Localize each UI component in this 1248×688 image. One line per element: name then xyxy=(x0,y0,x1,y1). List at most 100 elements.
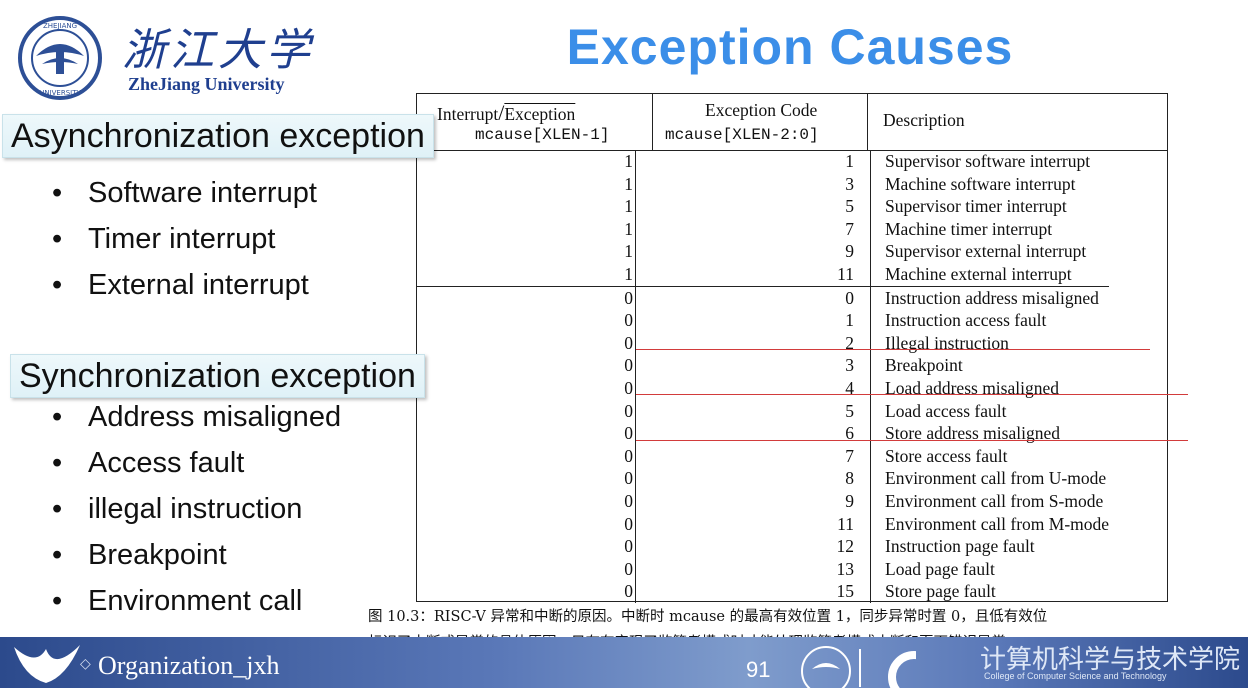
table-row: 0 8 Environment call from U-mode xyxy=(417,467,1110,490)
cell-code: 15 xyxy=(635,580,871,603)
cell-code: 11 xyxy=(635,262,871,287)
header-mcause-msb: mcause[XLEN-1] xyxy=(475,126,610,144)
sync-item: • Address misaligned xyxy=(52,401,342,433)
async-item: • Timer interrupt xyxy=(52,223,276,255)
cell-code: 9 xyxy=(635,489,871,513)
logo-english: ZheJiang University xyxy=(128,74,285,94)
cell-interrupt: 0 xyxy=(624,423,633,444)
table-row: 0 0 Instruction address misaligned xyxy=(417,285,1110,310)
cell-description: Illegal instruction xyxy=(870,331,1110,355)
cell-interrupt: 0 xyxy=(624,332,633,353)
cell-code: 11 xyxy=(635,512,871,536)
cell-code: 0 xyxy=(635,285,871,310)
cell-description: Machine software interrupt xyxy=(870,172,1110,196)
cell-code: 1 xyxy=(635,309,871,332)
sync-item: • Access fault xyxy=(52,447,245,479)
annotation-underline xyxy=(636,349,1150,350)
cell-code: 8 xyxy=(635,467,871,490)
table-row: 0 3 Breakpoint xyxy=(417,354,1110,377)
cell-description: Supervisor external interrupt xyxy=(870,240,1110,263)
cell-interrupt: 0 xyxy=(624,558,633,579)
cell-interrupt: 1 xyxy=(624,241,633,262)
cell-description: Environment call from S-mode xyxy=(870,489,1110,513)
cell-interrupt: 1 xyxy=(624,151,633,171)
annotation-underline xyxy=(636,394,1188,395)
cell-description: Environment call from U-mode xyxy=(870,467,1110,490)
table-row: 1 7 Machine timer interrupt xyxy=(417,217,1110,241)
table-row: 0 15 Store page fault xyxy=(417,580,1110,603)
cell-code: 12 xyxy=(635,535,871,558)
table-row: 0 9 Environment call from S-mode xyxy=(417,489,1110,513)
cell-code: 4 xyxy=(635,376,871,400)
cell-interrupt: 0 xyxy=(624,377,633,398)
table-row: 1 5 Supervisor timer interrupt xyxy=(417,195,1110,218)
sync-item: • Breakpoint xyxy=(52,539,227,571)
cell-interrupt: 0 xyxy=(417,285,636,310)
cell-interrupt: 0 xyxy=(624,513,633,534)
zju-logo: ZHEJIANG UNIVERSITY 浙江大学 ZheJiang Univer… xyxy=(4,12,354,100)
table-row: 1 1 Supervisor software interrupt xyxy=(417,150,1110,173)
table-row: 1 9 Supervisor external interrupt xyxy=(417,240,1110,263)
page-number: 91 xyxy=(746,657,771,682)
cell-code: 6 xyxy=(635,422,871,445)
bird-logo-icon xyxy=(14,645,80,683)
async-heading: Asynchronization exception xyxy=(2,114,434,158)
cell-code: 7 xyxy=(635,217,871,241)
cell-code: 2 xyxy=(635,331,871,355)
cell-description: Instruction page fault xyxy=(870,535,1110,558)
svg-text:UNIVERSITY: UNIVERSITY xyxy=(39,89,81,97)
table-row: 0 7 Store access fault xyxy=(417,444,1110,468)
sync-item: • illegal instruction xyxy=(52,493,303,525)
table-row: 0 12 Instruction page fault xyxy=(417,535,1110,558)
cell-description: Environment call from M-mode xyxy=(870,512,1110,536)
page-title: Exception Causes xyxy=(566,19,1014,75)
college-english: College of Computer Science and Technolo… xyxy=(984,671,1167,681)
caption-line: 图 10.3：RISC-V 异常和中断的原因。中断时 mcause 的最高有效位… xyxy=(368,609,1048,625)
cell-interrupt: 1 xyxy=(624,263,633,284)
footer-bar: ◇ Organization_jxh 91 计算机科学与技术学院 College… xyxy=(0,637,1248,688)
sync-item: • Environment call xyxy=(52,585,303,617)
cell-code: 9 xyxy=(635,240,871,263)
college-seal-icon xyxy=(801,646,916,688)
cell-interrupt: 0 xyxy=(624,355,633,376)
cell-interrupt: 0 xyxy=(624,536,633,557)
svg-text:ZHEJIANG: ZHEJIANG xyxy=(43,22,77,30)
cell-description: Load access fault xyxy=(870,399,1110,423)
cell-interrupt: 1 xyxy=(624,218,633,239)
table-row: 0 4 Load address misaligned xyxy=(417,376,1110,400)
cell-interrupt: 0 xyxy=(624,445,633,466)
header-interrupt-exception: Interrupt/Exception xyxy=(437,100,576,125)
table-row: 0 11 Environment call from M-mode xyxy=(417,512,1110,536)
cell-code: 7 xyxy=(635,444,871,468)
async-item: • External interrupt xyxy=(52,269,309,301)
table-row: 0 5 Load access fault xyxy=(417,399,1110,423)
cell-code: 3 xyxy=(635,354,871,377)
header-description: Description xyxy=(883,110,965,130)
table-body: 1 1 Supervisor software interrupt 1 3 Machine… xyxy=(417,150,1110,603)
cell-description: Machine external interrupt xyxy=(870,262,1110,287)
exception-table: Interrupt/Exception mcause[XLEN-1] Excep… xyxy=(416,93,1168,603)
diamond-icon: ◇ xyxy=(80,655,91,671)
cell-description: Instruction address misaligned xyxy=(870,285,1110,310)
cell-description: Load address misaligned xyxy=(870,376,1110,400)
cell-description: Store access fault xyxy=(870,444,1110,468)
cell-interrupt: 0 xyxy=(624,400,633,421)
cell-description: Instruction access fault xyxy=(870,309,1110,332)
cell-description: Store address misaligned xyxy=(870,422,1110,445)
logo-chinese: 浙江大学 xyxy=(122,25,314,76)
cell-interrupt: 1 xyxy=(624,196,633,217)
cell-interrupt: 0 xyxy=(624,490,633,511)
cell-interrupt: 1 xyxy=(624,173,633,194)
cell-description: Supervisor timer interrupt xyxy=(870,195,1110,218)
footer-org: Organization_jxh xyxy=(98,651,280,680)
table-header: Interrupt/Exception mcause[XLEN-1] Excep… xyxy=(417,94,1167,151)
cell-code: 1 xyxy=(635,150,871,173)
table-row: 1 3 Machine software interrupt xyxy=(417,172,1110,196)
cell-description: Load page fault xyxy=(870,557,1110,581)
header-exception-code: Exception Code xyxy=(705,100,818,120)
sync-heading: Synchronization exception xyxy=(10,354,425,398)
cell-code: 5 xyxy=(635,195,871,218)
cell-description: Breakpoint xyxy=(870,354,1110,377)
async-item: • Software interrupt xyxy=(52,177,317,209)
table-row: 0 2 Illegal instruction xyxy=(417,331,1110,355)
